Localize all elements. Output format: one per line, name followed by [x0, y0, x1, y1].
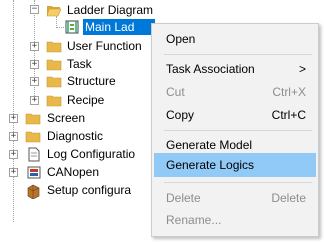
menu-item-label: Cut [166, 85, 185, 99]
menu-item-shortcut: Delete [271, 191, 306, 205]
folder-open-icon [46, 6, 62, 17]
expand-toggle[interactable]: + [9, 150, 18, 159]
menu-item-task-association[interactable]: Task Association > [154, 57, 316, 81]
tree-item-label[interactable]: Diagnostic [47, 128, 103, 144]
menu-separator [164, 54, 312, 55]
tree-line [56, 27, 64, 29]
tree-item-label[interactable]: Setup configura [47, 182, 131, 198]
menu-item-delete[interactable]: Delete Delete [154, 186, 316, 210]
expand-toggle[interactable]: + [30, 42, 39, 51]
folder-icon [46, 76, 62, 88]
menu-item-label: Delete [166, 191, 201, 205]
tree-line [34, 0, 36, 102]
tree-item-label[interactable]: Main Lad [83, 19, 155, 35]
tree-item-label[interactable]: User Function [67, 38, 142, 54]
tree-item-label[interactable]: Screen [47, 110, 85, 126]
tree-item-label[interactable]: Structure [67, 73, 116, 89]
tree-item-label[interactable]: Log Configuratio [47, 146, 135, 162]
tree-item-label[interactable]: CANopen [47, 164, 99, 180]
setup-icon [27, 184, 40, 199]
submenu-arrow-icon: > [298, 62, 306, 76]
context-menu: Open Task Association > Cut Ctrl+X Copy … [151, 23, 319, 237]
collapse-toggle[interactable]: − [30, 5, 39, 14]
expand-toggle[interactable]: + [9, 132, 18, 141]
folder-icon [46, 41, 62, 53]
menu-separator [164, 130, 312, 131]
tree-item-label[interactable]: Task [67, 56, 92, 72]
document-icon [28, 147, 40, 162]
menu-item-rename[interactable]: Rename... [154, 208, 316, 232]
folder-icon [25, 113, 41, 125]
menu-separator [164, 182, 312, 183]
folder-icon [46, 95, 62, 107]
tree-item-label[interactable]: Recipe [67, 92, 104, 108]
expand-toggle[interactable]: + [9, 114, 18, 123]
menu-item-cut[interactable]: Cut Ctrl+X [154, 80, 316, 104]
menu-item-shortcut: Ctrl+C [271, 108, 306, 122]
expand-toggle[interactable]: + [9, 168, 18, 177]
menu-item-label: Copy [166, 108, 195, 122]
expand-toggle[interactable]: + [30, 77, 39, 86]
expand-toggle[interactable]: + [30, 96, 39, 105]
menu-item-label: Task Association [166, 62, 255, 76]
tree-line [13, 0, 15, 222]
canopen-icon [27, 166, 41, 179]
expand-toggle[interactable]: + [30, 60, 39, 69]
folder-icon [25, 131, 41, 143]
folder-icon [46, 59, 62, 71]
menu-item-copy[interactable]: Copy Ctrl+C [154, 103, 316, 127]
menu-item-generate-logics[interactable]: Generate Logics [154, 153, 316, 177]
menu-item-label: Open [166, 32, 196, 46]
tree-item-label[interactable]: Ladder Diagram [67, 2, 153, 18]
ladder-program-icon [65, 20, 79, 34]
menu-item-open[interactable]: Open [154, 27, 316, 51]
menu-item-label: Rename... [166, 213, 222, 227]
menu-item-label: Generate Logics [166, 158, 255, 172]
menu-item-shortcut: Ctrl+X [272, 85, 306, 99]
